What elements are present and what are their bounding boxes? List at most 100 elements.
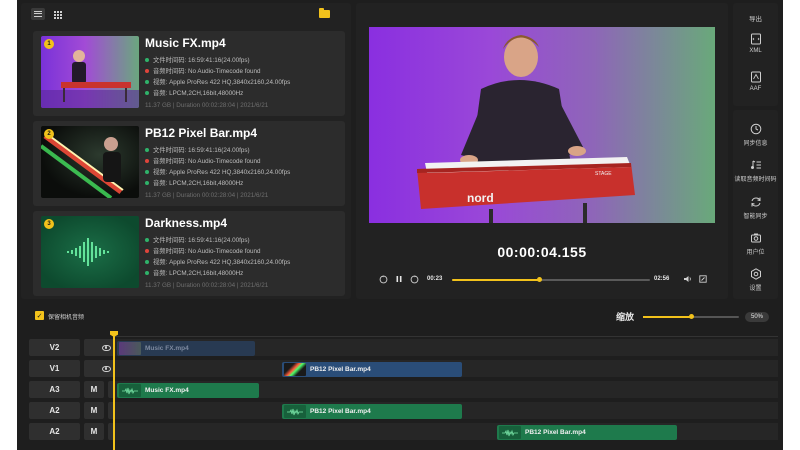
timeline-clip-label: Music FX.mp4 [145,387,189,394]
forward-icon [410,274,418,283]
speaker-icon [683,276,691,282]
clip-file-timecode: 文件时间码: 16:59:41:16(24.00fps) [145,145,250,154]
keyboard-model: STAGE [595,171,612,177]
total-time: 02:56 [654,276,670,282]
track-name[interactable]: A3 [29,381,80,398]
scrubber-handle[interactable] [536,277,542,282]
clip-video-info: 视频: Apple ProRes 422 HQ,3840x2160,24.00f… [145,257,290,266]
eye-icon [101,365,111,372]
list-icon [34,11,42,17]
settings-button[interactable]: 设置 [733,268,778,292]
waveform-icon [119,384,141,397]
user-position-button[interactable]: 用户位 [733,232,778,256]
pause-button[interactable] [394,274,404,284]
track-row-v1: V1 PB12 Pixel Bar.mp4 [21,359,778,377]
camera-icon [750,233,761,243]
pixel-bar-image [41,133,124,198]
current-time: 00:23 [427,276,443,282]
clock-icon [750,123,761,135]
pause-icon [396,276,402,282]
rewind-button[interactable] [378,274,388,284]
track-name[interactable]: V2 [29,339,80,356]
track-lane[interactable]: Music FX.mp4 [113,339,778,356]
status-ok-icon [145,79,149,84]
read-audio-timecode-button[interactable]: 读取音频时间码 [733,159,778,183]
settings-label: 设置 [749,286,762,292]
clip-name: PB12 Pixel Bar.mp4 [145,126,258,140]
timeline-toolbar: ✓ 保留相机音频 缩放 50% [21,305,778,327]
track-lane[interactable]: PB12 Pixel Bar.mp4 [113,423,778,440]
clip-audio-info: 音频: LPCM,2CH,16bit,48000Hz [145,88,243,97]
zoom-slider-handle[interactable] [688,314,694,319]
playback-scrubber[interactable] [452,277,650,282]
volume-button[interactable] [681,274,693,284]
track-lane[interactable]: PB12 Pixel Bar.mp4 [113,402,778,419]
clip-card[interactable]: 1 Music FX.mp4 文件时间码: 16:59:41:16(24.00f… [33,31,345,116]
eye-icon [101,344,111,351]
smart-sync-button[interactable]: 智能同步 [733,196,778,220]
clip-card[interactable]: 2 PB12 Pixel Bar.mp4 文件时间码: 16:59:41:16(… [33,121,345,206]
clip-footer: 11.37 GB | Duration 00:02:28:04 | 2021/6… [145,192,269,199]
sync-icon [751,197,760,207]
track-mute-button[interactable]: M [84,423,104,440]
performer-image [41,50,139,108]
waveform-icon [67,238,109,266]
track-mute-button[interactable]: M [84,402,104,419]
timeline-clip[interactable]: PB12 Pixel Bar.mp4 [282,362,462,377]
smart-sync-label: 智能同步 [743,214,768,220]
clip-audio-timecode: 音频时间码: No Audio-Timecode found [145,246,261,255]
clip-index-badge: 2 [44,129,54,139]
zoom-slider-fill [643,316,691,318]
status-ok-icon [145,147,149,152]
add-folder-button[interactable] [317,8,331,20]
timeline-playhead[interactable] [113,331,115,450]
app-window: 1 Music FX.mp4 文件时间码: 16:59:41:16(24.00f… [17,0,783,450]
grid-icon [54,10,62,19]
clip-file-timecode: 文件时间码: 16:59:41:16(24.00fps) [145,55,250,64]
music-list-icon [750,160,761,169]
timeline-ruler[interactable] [113,331,778,337]
clip-index-badge: 1 [44,39,54,49]
clip-audio-info: 音频: LPCM,2CH,16bit,48000Hz [145,178,243,187]
timeline-clip[interactable]: Music FX.mp4 [117,341,255,356]
xml-file-icon [750,33,761,45]
status-ok-icon [145,237,149,242]
status-ok-icon [145,259,149,264]
timeline-clip[interactable]: PB12 Pixel Bar.mp4 [497,425,677,440]
track-mute-button[interactable]: M [84,381,104,398]
track-lane[interactable]: Music FX.mp4 [113,381,778,398]
forward-button[interactable] [409,274,419,284]
zoom-label: 缩放 [616,312,635,322]
export-xml-button[interactable]: XML [733,33,778,54]
status-ok-icon [145,180,149,185]
clip-card[interactable]: 3 Darkness.mp4 文件时间码: 16:59:41:16(24.00f… [33,211,345,296]
keyboard-brand: nord [467,191,494,205]
fullscreen-button[interactable] [697,274,709,284]
clip-thumb [284,363,306,376]
grid-view-button[interactable] [51,8,65,20]
track-row-v2: V2 Music FX.mp4 [21,338,778,356]
keep-camera-audio-checkbox[interactable]: ✓ [35,311,44,320]
timeline-clip[interactable]: Music FX.mp4 [117,383,259,398]
list-view-button[interactable] [31,8,45,20]
track-name[interactable]: V1 [29,360,80,377]
track-name[interactable]: A2 [29,402,80,419]
zoom-value: 50% [745,312,769,322]
clip-video-info: 视频: Apple ProRes 422 HQ,3840x2160,24.00f… [145,167,290,176]
clip-footer: 11.37 GB | Duration 00:02:28:04 | 2021/6… [145,102,269,109]
rewind-icon [379,274,387,283]
video-viewer[interactable]: nord STAGE [369,27,715,223]
zoom-slider[interactable] [643,314,739,319]
timeline-clip[interactable]: PB12 Pixel Bar.mp4 [282,404,462,419]
track-lane[interactable]: PB12 Pixel Bar.mp4 [113,360,778,377]
clip-file-timecode: 文件时间码: 16:59:41:16(24.00fps) [145,235,250,244]
sync-info-button[interactable]: 同步信息 [733,123,778,147]
clip-thumbnail: 2 [41,126,139,198]
read-audio-timecode-label: 读取音频时间码 [734,177,777,183]
clip-video-info: 视频: Apple ProRes 422 HQ,3840x2160,24.00f… [145,77,290,86]
xml-label: XML [749,48,762,54]
track-name[interactable]: A2 [29,423,80,440]
clip-name: Music FX.mp4 [145,36,226,50]
clip-name: Darkness.mp4 [145,216,228,230]
export-aaf-button[interactable]: AAF [733,71,778,92]
